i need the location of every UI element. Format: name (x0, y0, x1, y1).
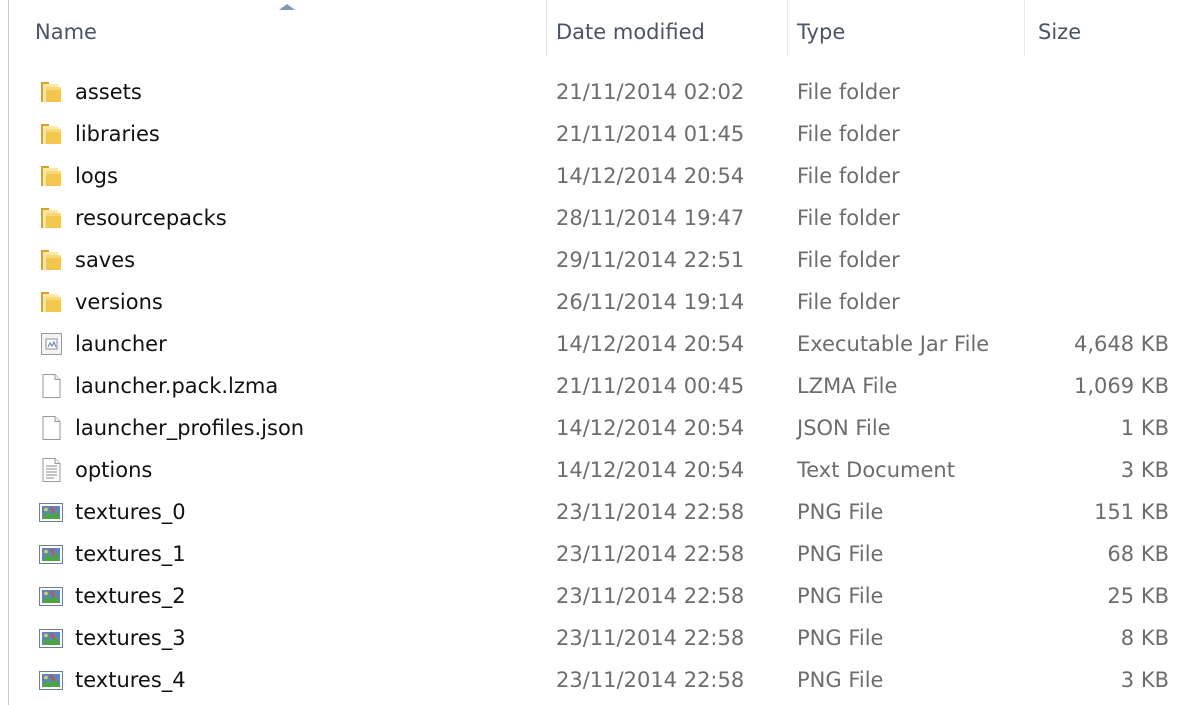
file-date-modified: 23/11/2014 22:58 (556, 542, 745, 566)
folder-icon (37, 163, 65, 189)
file-name: logs (75, 164, 118, 188)
column-header-date-modified[interactable]: Date modified (546, 0, 787, 56)
file-row[interactable]: textures_1 23/11/2014 22:58 PNG File 68 KB (9, 533, 1181, 575)
column-header-name-label: Name (35, 20, 97, 44)
column-header-name[interactable]: Name (9, 0, 546, 56)
file-row[interactable]: textures_3 23/11/2014 22:58 PNG File 8 KB (9, 617, 1181, 659)
file-size: 25 KB (1107, 584, 1169, 608)
file-type: PNG File (797, 542, 884, 566)
file-name: textures_4 (75, 668, 186, 692)
column-header-date-label: Date modified (556, 20, 705, 44)
image-file-icon (37, 541, 65, 567)
file-size: 3 KB (1120, 668, 1169, 692)
file-type: Text Document (797, 458, 955, 482)
file-date-modified: 21/11/2014 02:02 (556, 80, 745, 104)
file-name: resourcepacks (75, 206, 227, 230)
folder-icon (37, 205, 65, 231)
file-row[interactable]: libraries 21/11/2014 01:45 File folder (9, 113, 1181, 155)
file-date-modified: 28/11/2014 19:47 (556, 206, 745, 230)
file-row[interactable]: launcher.pack.lzma 21/11/2014 00:45 LZMA F… (9, 365, 1181, 407)
column-header-size-label: Size (1038, 20, 1082, 44)
file-name: textures_0 (75, 500, 186, 524)
file-list: assets 21/11/2014 02:02 File folder librari… (9, 71, 1181, 701)
sort-ascending-icon (279, 4, 295, 10)
file-name: versions (75, 290, 163, 314)
file-name: saves (75, 248, 136, 272)
file-type: PNG File (797, 500, 884, 524)
file-name: textures_1 (75, 542, 186, 566)
file-size: 1 KB (1120, 416, 1169, 440)
folder-icon (37, 289, 65, 315)
file-type: PNG File (797, 626, 884, 650)
file-date-modified: 23/11/2014 22:58 (556, 584, 745, 608)
file-row[interactable]: logs 14/12/2014 20:54 File folder (9, 155, 1181, 197)
blank-file-icon (37, 373, 65, 399)
blank-file-icon (37, 415, 65, 441)
file-row[interactable]: launcher 14/12/2014 20:54 Executable Jar F… (9, 323, 1181, 365)
image-file-icon (37, 625, 65, 651)
folder-icon (37, 79, 65, 105)
file-date-modified: 14/12/2014 20:54 (556, 332, 745, 356)
file-date-modified: 21/11/2014 00:45 (556, 374, 745, 398)
jar-file-icon (37, 331, 65, 357)
file-row[interactable]: textures_4 23/11/2014 22:58 PNG File 3 KB (9, 659, 1181, 701)
file-date-modified: 14/12/2014 20:54 (556, 164, 745, 188)
file-date-modified: 14/12/2014 20:54 (556, 416, 745, 440)
file-name: textures_2 (75, 584, 186, 608)
file-size: 4,648 KB (1074, 332, 1169, 356)
file-name: textures_3 (75, 626, 186, 650)
folder-icon (37, 121, 65, 147)
file-type: PNG File (797, 584, 884, 608)
file-name: assets (75, 80, 142, 104)
file-row[interactable]: options 14/12/2014 20:54 Text Document 3 KB (9, 449, 1181, 491)
file-type: File folder (797, 248, 900, 272)
file-type: JSON File (797, 416, 891, 440)
file-row[interactable]: launcher_profiles.json 14/12/2014 20:54 JS… (9, 407, 1181, 449)
file-type: File folder (797, 122, 900, 146)
file-date-modified: 23/11/2014 22:58 (556, 668, 745, 692)
file-date-modified: 23/11/2014 22:58 (556, 500, 745, 524)
file-size: 8 KB (1120, 626, 1169, 650)
file-name: launcher.pack.lzma (75, 374, 279, 398)
file-name: options (75, 458, 153, 482)
image-file-icon (37, 499, 65, 525)
file-size: 151 KB (1094, 500, 1169, 524)
file-size: 1,069 KB (1074, 374, 1169, 398)
image-file-icon (37, 583, 65, 609)
file-type: Executable Jar File (797, 332, 990, 356)
file-type: File folder (797, 164, 900, 188)
file-type: File folder (797, 206, 900, 230)
column-header-type-label: Type (797, 20, 846, 44)
file-date-modified: 29/11/2014 22:51 (556, 248, 745, 272)
column-header-bar: Name Date modified Type Size (9, 0, 1181, 56)
text-file-icon (37, 457, 65, 483)
file-row[interactable]: saves 29/11/2014 22:51 File folder (9, 239, 1181, 281)
file-date-modified: 14/12/2014 20:54 (556, 458, 745, 482)
column-header-type[interactable]: Type (787, 0, 1024, 56)
file-name: libraries (75, 122, 160, 146)
file-row[interactable]: versions 26/11/2014 19:14 File folder (9, 281, 1181, 323)
file-date-modified: 21/11/2014 01:45 (556, 122, 745, 146)
file-row[interactable]: textures_2 23/11/2014 22:58 PNG File 25 KB (9, 575, 1181, 617)
file-name: launcher_profiles.json (75, 416, 305, 440)
file-row[interactable]: assets 21/11/2014 02:02 File folder (9, 71, 1181, 113)
file-size: 68 KB (1107, 542, 1169, 566)
file-size: 3 KB (1120, 458, 1169, 482)
file-type: File folder (797, 290, 900, 314)
file-date-modified: 23/11/2014 22:58 (556, 626, 745, 650)
file-date-modified: 26/11/2014 19:14 (556, 290, 745, 314)
file-type: PNG File (797, 668, 884, 692)
file-row[interactable]: textures_0 23/11/2014 22:58 PNG File 151 KB (9, 491, 1181, 533)
file-type: LZMA File (797, 374, 898, 398)
column-header-size[interactable]: Size (1024, 0, 1181, 56)
file-type: File folder (797, 80, 900, 104)
file-row[interactable]: resourcepacks 28/11/2014 19:47 File folder (9, 197, 1181, 239)
folder-icon (37, 247, 65, 273)
file-name: launcher (75, 332, 167, 356)
image-file-icon (37, 667, 65, 693)
